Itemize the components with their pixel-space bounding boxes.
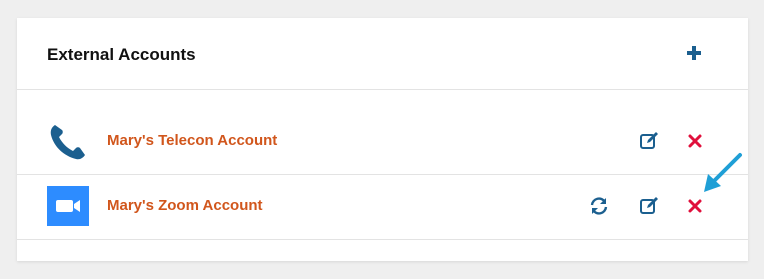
account-row-telecon: Mary's Telecon Account (17, 110, 748, 175)
edit-account-button[interactable] (638, 130, 660, 152)
delete-icon (688, 134, 702, 148)
edit-icon (640, 197, 658, 214)
account-name-link[interactable]: Mary's Zoom Account (107, 197, 263, 214)
sync-account-button[interactable] (588, 195, 610, 217)
panel-title: External Accounts (47, 45, 196, 64)
plus-icon (687, 46, 701, 60)
external-accounts-panel: External Accounts Mary's Telecon Account (17, 18, 748, 261)
panel-header: External Accounts (17, 18, 748, 90)
account-row-zoom: Mary's Zoom Account (17, 175, 748, 240)
edit-icon (640, 132, 658, 149)
zoom-camera-icon (47, 186, 89, 228)
sync-icon (590, 197, 608, 215)
phone-icon (47, 121, 89, 163)
annotation-arrow-icon (704, 153, 742, 192)
edit-account-button[interactable] (638, 195, 660, 217)
account-name-link[interactable]: Mary's Telecon Account (107, 132, 277, 149)
add-account-button[interactable] (684, 43, 704, 63)
